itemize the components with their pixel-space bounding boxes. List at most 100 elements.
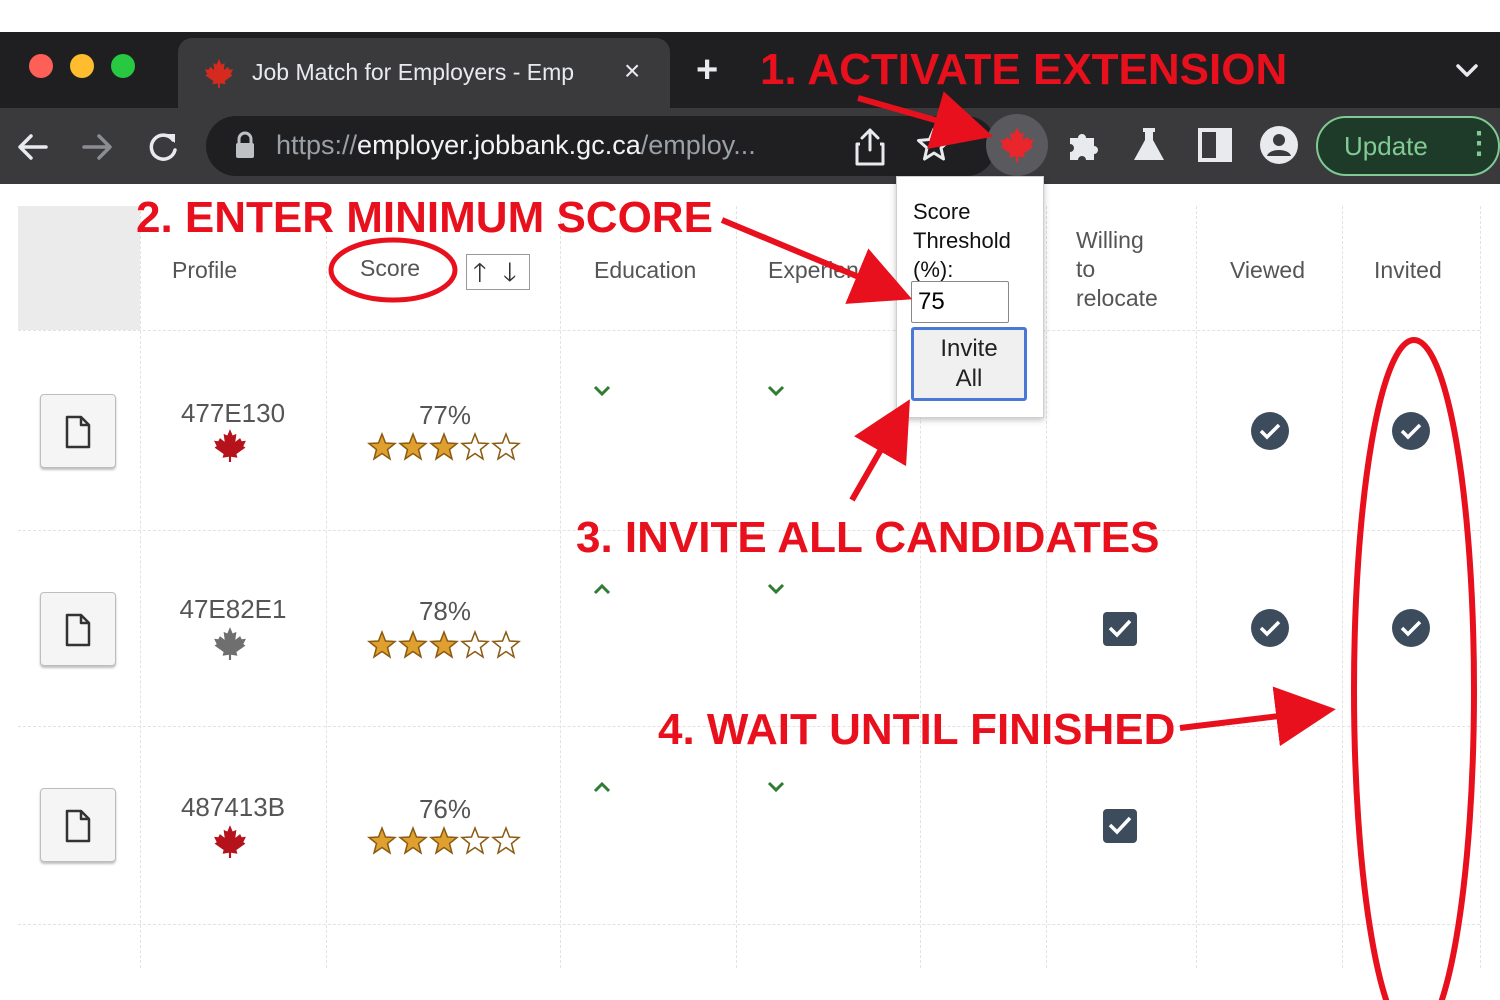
star-filled-icon: [397, 630, 429, 659]
invite-all-button[interactable]: Invite All: [911, 327, 1027, 401]
flask-icon[interactable]: [1128, 124, 1170, 166]
header-profile: Profile: [172, 257, 238, 283]
star-empty-icon: [459, 630, 491, 659]
column-divider: [1046, 206, 1047, 968]
window-maximize-button[interactable]: [111, 54, 135, 78]
score-threshold-input[interactable]: [911, 281, 1009, 323]
tab-close-button[interactable]: ×: [624, 54, 640, 88]
update-label: Update: [1344, 131, 1428, 161]
header-willing-line: relocate: [1076, 285, 1158, 311]
column-divider: [1342, 206, 1343, 968]
annotation-step-2: 2. ENTER MINIMUM SCORE: [136, 193, 713, 242]
row-divider: [18, 330, 1480, 331]
invited-check-icon: [1392, 609, 1430, 647]
profile-id[interactable]: 47E82E1: [168, 594, 298, 625]
threshold-label-line: (%):: [913, 257, 954, 282]
annotation-step-1: 1. ACTIVATE EXTENSION: [760, 45, 1288, 94]
score-percent: 76%: [418, 794, 472, 824]
chevron-down-icon: [593, 385, 611, 397]
viewed-check-icon: [1251, 412, 1289, 450]
maple-leaf-icon: [214, 627, 246, 660]
url-text[interactable]: https://employer.jobbank.gc.ca/employ...: [276, 130, 836, 164]
star-rating: [366, 432, 522, 461]
annotation-step-3: 3. INVITE ALL CANDIDATES: [576, 513, 1160, 562]
star-filled-icon: [366, 630, 398, 659]
url-host: employer.jobbank.gc.ca: [357, 130, 641, 160]
puzzle-icon[interactable]: [1062, 124, 1104, 166]
column-divider: [140, 206, 141, 968]
screenshot-stage: Job Match for Employers - Emp × + https:…: [0, 0, 1500, 1000]
document-icon: [65, 809, 91, 843]
job-match-extension-button[interactable]: [986, 114, 1048, 176]
star-filled-icon: [428, 432, 460, 461]
kebab-menu-icon[interactable]: ⋮: [1464, 127, 1494, 161]
maple-leaf-icon: [204, 58, 234, 88]
willing-to-relocate-checkbox: [1103, 809, 1137, 843]
invited-check-icon: [1392, 412, 1430, 450]
star-filled-icon: [397, 432, 429, 461]
chevron-down-icon[interactable]: [1448, 52, 1486, 90]
share-icon[interactable]: [852, 126, 888, 168]
profile-id[interactable]: 487413B: [168, 792, 298, 823]
column-divider: [736, 206, 737, 968]
threshold-label-line: Threshold: [913, 228, 1011, 253]
sidepanel-icon[interactable]: [1194, 124, 1236, 166]
view-profile-button[interactable]: [40, 788, 116, 862]
star-empty-icon: [459, 826, 491, 855]
view-profile-button[interactable]: [40, 394, 116, 468]
reload-icon[interactable]: [142, 126, 184, 168]
profile-icon[interactable]: [1258, 124, 1300, 166]
score-percent: 78%: [418, 596, 472, 626]
star-rating: [366, 630, 522, 659]
browser-tab-active[interactable]: Job Match for Employers - Emp ×: [178, 38, 670, 108]
bookmark-star-icon[interactable]: [914, 124, 954, 166]
window-minimize-button[interactable]: [70, 54, 94, 78]
sort-ascending-icon[interactable]: 🡑: [473, 257, 487, 287]
star-rating: [366, 826, 522, 855]
extension-popup: Score Threshold (%): Invite All: [896, 176, 1044, 418]
chevron-down-icon: [767, 781, 785, 793]
profile-id[interactable]: 477E130: [168, 398, 298, 429]
chevron-down-icon: [767, 385, 785, 397]
star-empty-icon: [490, 826, 522, 855]
maple-leaf-icon: [1000, 127, 1034, 162]
invite-all-line: All: [955, 365, 983, 392]
update-button[interactable]: Update ⋮: [1316, 116, 1500, 176]
forward-arrow-icon[interactable]: [76, 126, 118, 168]
url-path: /employ...: [640, 130, 756, 160]
star-filled-icon: [428, 826, 460, 855]
threshold-label-line: Score: [913, 199, 971, 224]
view-profile-button[interactable]: [40, 592, 116, 666]
column-divider: [1480, 206, 1481, 968]
chevron-up-icon: [593, 781, 611, 793]
star-filled-icon: [366, 826, 398, 855]
row-divider: [18, 924, 1480, 925]
back-arrow-icon[interactable]: [12, 126, 54, 168]
lock-icon[interactable]: [232, 130, 258, 162]
score-sort-control[interactable]: 🡑 🡓: [466, 254, 530, 290]
annotation-step-4: 4. WAIT UNTIL FINISHED: [658, 705, 1176, 754]
invite-all-line: Invite: [940, 335, 998, 362]
document-icon: [65, 613, 91, 647]
viewed-check-icon: [1251, 609, 1289, 647]
header-viewed: Viewed: [1230, 257, 1306, 283]
header-willing-to-relocate: Willing to relocate: [1076, 226, 1158, 313]
header-corner-cell: [18, 206, 140, 330]
header-invited: Invited: [1374, 257, 1442, 283]
new-tab-button[interactable]: +: [696, 48, 718, 92]
document-icon: [65, 415, 91, 449]
header-experience: Experience: [768, 257, 884, 283]
header-willing-line: Willing: [1076, 227, 1144, 253]
header-education: Education: [594, 257, 697, 283]
window-close-button[interactable]: [29, 54, 53, 78]
star-empty-icon: [490, 630, 522, 659]
score-percent: 77%: [418, 400, 472, 430]
sort-descending-icon[interactable]: 🡓: [503, 257, 517, 287]
column-divider: [326, 206, 327, 968]
star-filled-icon: [397, 826, 429, 855]
header-score[interactable]: Score: [360, 254, 420, 283]
star-empty-icon: [459, 432, 491, 461]
score-threshold-label: Score Threshold (%):: [913, 197, 1041, 284]
star-empty-icon: [490, 432, 522, 461]
maple-leaf-icon: [214, 825, 246, 858]
